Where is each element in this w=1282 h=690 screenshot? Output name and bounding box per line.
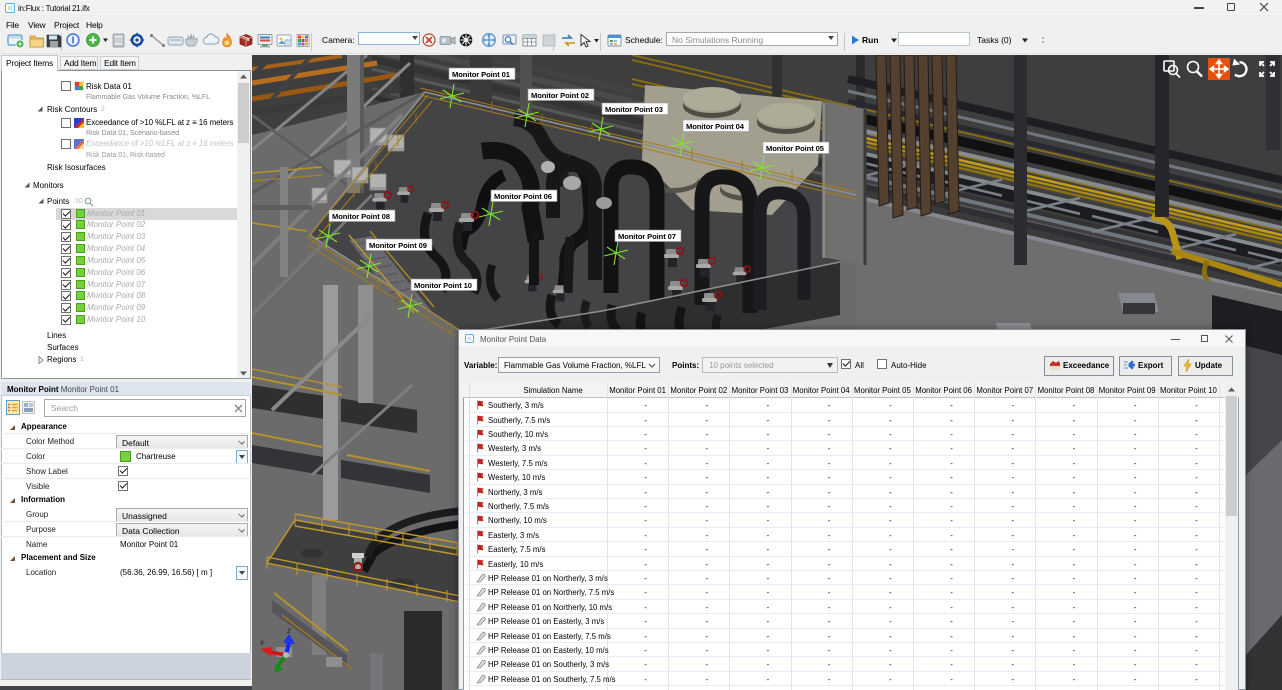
svg-text:Monitor Point 06: Monitor Point 06 bbox=[494, 192, 552, 201]
svg-text:Monitor Point 08: Monitor Point 08 bbox=[332, 212, 390, 221]
svg-text:Monitor Point 09: Monitor Point 09 bbox=[369, 241, 427, 250]
svg-text:Monitor Point 03: Monitor Point 03 bbox=[605, 105, 663, 114]
svg-text:Monitor Point 01: Monitor Point 01 bbox=[452, 70, 511, 79]
svg-text:Monitor Point 07: Monitor Point 07 bbox=[618, 232, 676, 241]
svg-text:Monitor Point 02: Monitor Point 02 bbox=[531, 91, 589, 100]
svg-text:Monitor Point 10: Monitor Point 10 bbox=[414, 281, 472, 290]
svg-text:Monitor Point 05: Monitor Point 05 bbox=[766, 144, 825, 153]
svg-text:z: z bbox=[286, 626, 291, 635]
svg-text:Monitor Point 04: Monitor Point 04 bbox=[686, 122, 745, 131]
